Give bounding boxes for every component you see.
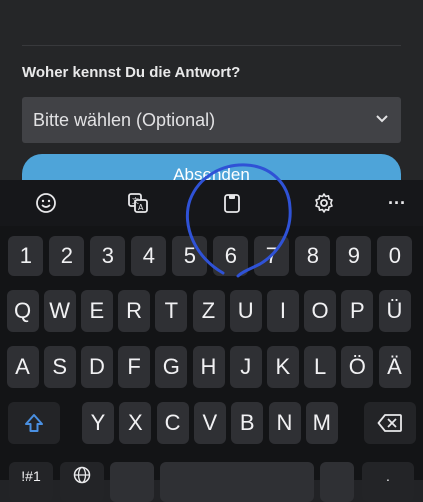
key-c[interactable]: C [156,402,189,444]
key-b[interactable]: B [231,402,264,444]
key-f[interactable]: F [118,346,151,388]
key-7[interactable]: 7 [254,236,290,276]
keyboard: 文 A ··· 1234567890QWERTZUIOPÜASDFGHJKLÖÄ… [0,180,423,502]
space-key[interactable] [160,462,314,502]
keyboard-toolbar: 文 A ··· [0,180,423,226]
period-key[interactable] [320,462,354,502]
key-5[interactable]: 5 [172,236,208,276]
settings-button[interactable] [307,186,341,220]
key-l[interactable]: L [304,346,337,388]
symbols-key[interactable]: !#1 [9,462,53,502]
key-m[interactable]: M [305,402,338,444]
clipboard-icon [224,194,240,213]
question-label: Woher kennst Du die Antwort? [22,64,241,81]
key-ü[interactable]: Ü [378,290,411,332]
key-4[interactable]: 4 [131,236,167,276]
backspace-icon [377,414,402,432]
language-key[interactable] [60,462,104,502]
key-t[interactable]: T [155,290,188,332]
key-u[interactable]: U [229,290,262,332]
shift-arrow-icon [25,414,43,432]
divider [22,45,401,46]
symbols-key-label: !#1 [21,468,41,484]
key-y[interactable]: Y [82,402,114,444]
emoji-button[interactable] [29,186,63,220]
shift-key[interactable] [8,402,60,444]
translate-button[interactable]: 文 A [121,186,155,220]
key-2[interactable]: 2 [49,236,85,276]
key-i[interactable]: I [266,290,299,332]
key-k[interactable]: K [266,346,299,388]
more-button[interactable]: ··· [380,186,414,220]
key-3[interactable]: 3 [90,236,126,276]
chevron-down-icon [376,115,388,123]
translate-icon: 文 A [128,193,148,213]
key-h[interactable]: H [192,346,225,388]
more-icon: ··· [388,192,406,213]
form-area: Woher kennst Du die Antwort? Bitte wähle… [0,0,423,180]
key-8[interactable]: 8 [295,236,331,276]
svg-text:A: A [138,203,144,212]
key-d[interactable]: D [80,346,113,388]
key-ö[interactable]: Ö [341,346,374,388]
key-9[interactable]: 9 [336,236,372,276]
key-w[interactable]: W [43,290,76,332]
key-o[interactable]: O [304,290,337,332]
key-g[interactable]: G [155,346,188,388]
key-6[interactable]: 6 [213,236,249,276]
clipboard-button[interactable] [215,186,249,220]
key-1[interactable]: 1 [8,236,44,276]
key-r[interactable]: R [118,290,151,332]
backspace-key[interactable] [364,402,416,444]
comma-key[interactable] [110,462,154,502]
key-j[interactable]: J [229,346,262,388]
key-ä[interactable]: Ä [378,346,411,388]
key-e[interactable]: E [80,290,113,332]
submit-button[interactable]: Absenden [22,154,401,180]
key-x[interactable]: X [119,402,152,444]
key-p[interactable]: P [341,290,374,332]
key-a[interactable]: A [6,346,39,388]
key-s[interactable]: S [43,346,76,388]
key-0[interactable]: 0 [377,236,413,276]
key-z[interactable]: Z [192,290,225,332]
enter-key-label: . [386,468,390,484]
enter-key[interactable]: . [362,462,414,502]
emoji-icon [36,193,56,213]
key-n[interactable]: N [268,402,301,444]
key-v[interactable]: V [193,402,226,444]
globe-icon [73,466,91,484]
key-q[interactable]: Q [6,290,39,332]
select-value: Bitte wählen (Optional) [33,109,216,130]
gear-icon [315,193,333,213]
source-select[interactable]: Bitte wählen (Optional) [22,97,401,143]
